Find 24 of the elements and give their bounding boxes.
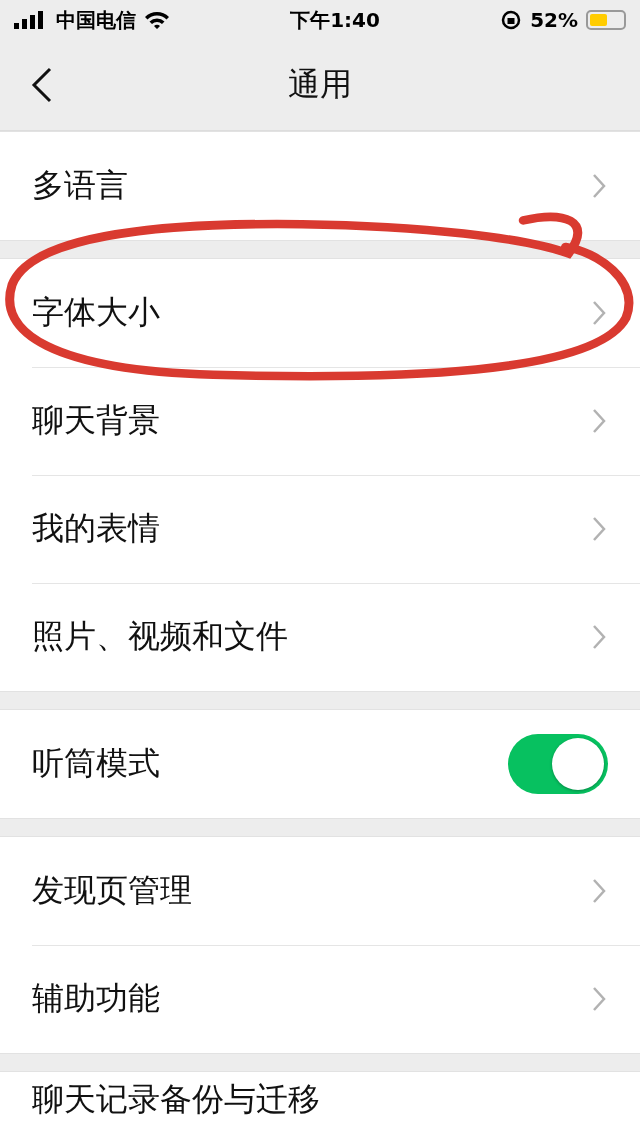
chevron-icon [592,408,606,434]
row-label: 听筒模式 [32,743,161,784]
wifi-icon [144,10,170,30]
chevron-icon [592,878,606,904]
chevron-icon [592,516,606,542]
row-label: 我的表情 [32,508,161,549]
row-label: 字体大小 [32,292,161,333]
row-label: 照片、视频和文件 [32,616,289,657]
row-label: 辅助功能 [32,978,161,1019]
row-label: 聊天背景 [32,400,161,441]
carrier-name: 中国电信 [56,6,136,34]
chevron-icon [592,300,606,326]
chevron-icon [592,986,606,1012]
battery-percent: 52% [530,8,578,32]
chevron-icon [592,173,606,199]
toggle-switch[interactable] [508,734,608,794]
row-label: 发现页管理 [32,870,193,911]
back-icon[interactable] [30,67,54,103]
status-time: 下午1:40 [290,6,380,34]
page-title: 通用 [288,64,352,105]
rotation-lock-icon [500,9,523,31]
row-label: 多语言 [32,165,129,206]
chevron-icon [592,624,606,650]
battery-icon [586,10,626,30]
